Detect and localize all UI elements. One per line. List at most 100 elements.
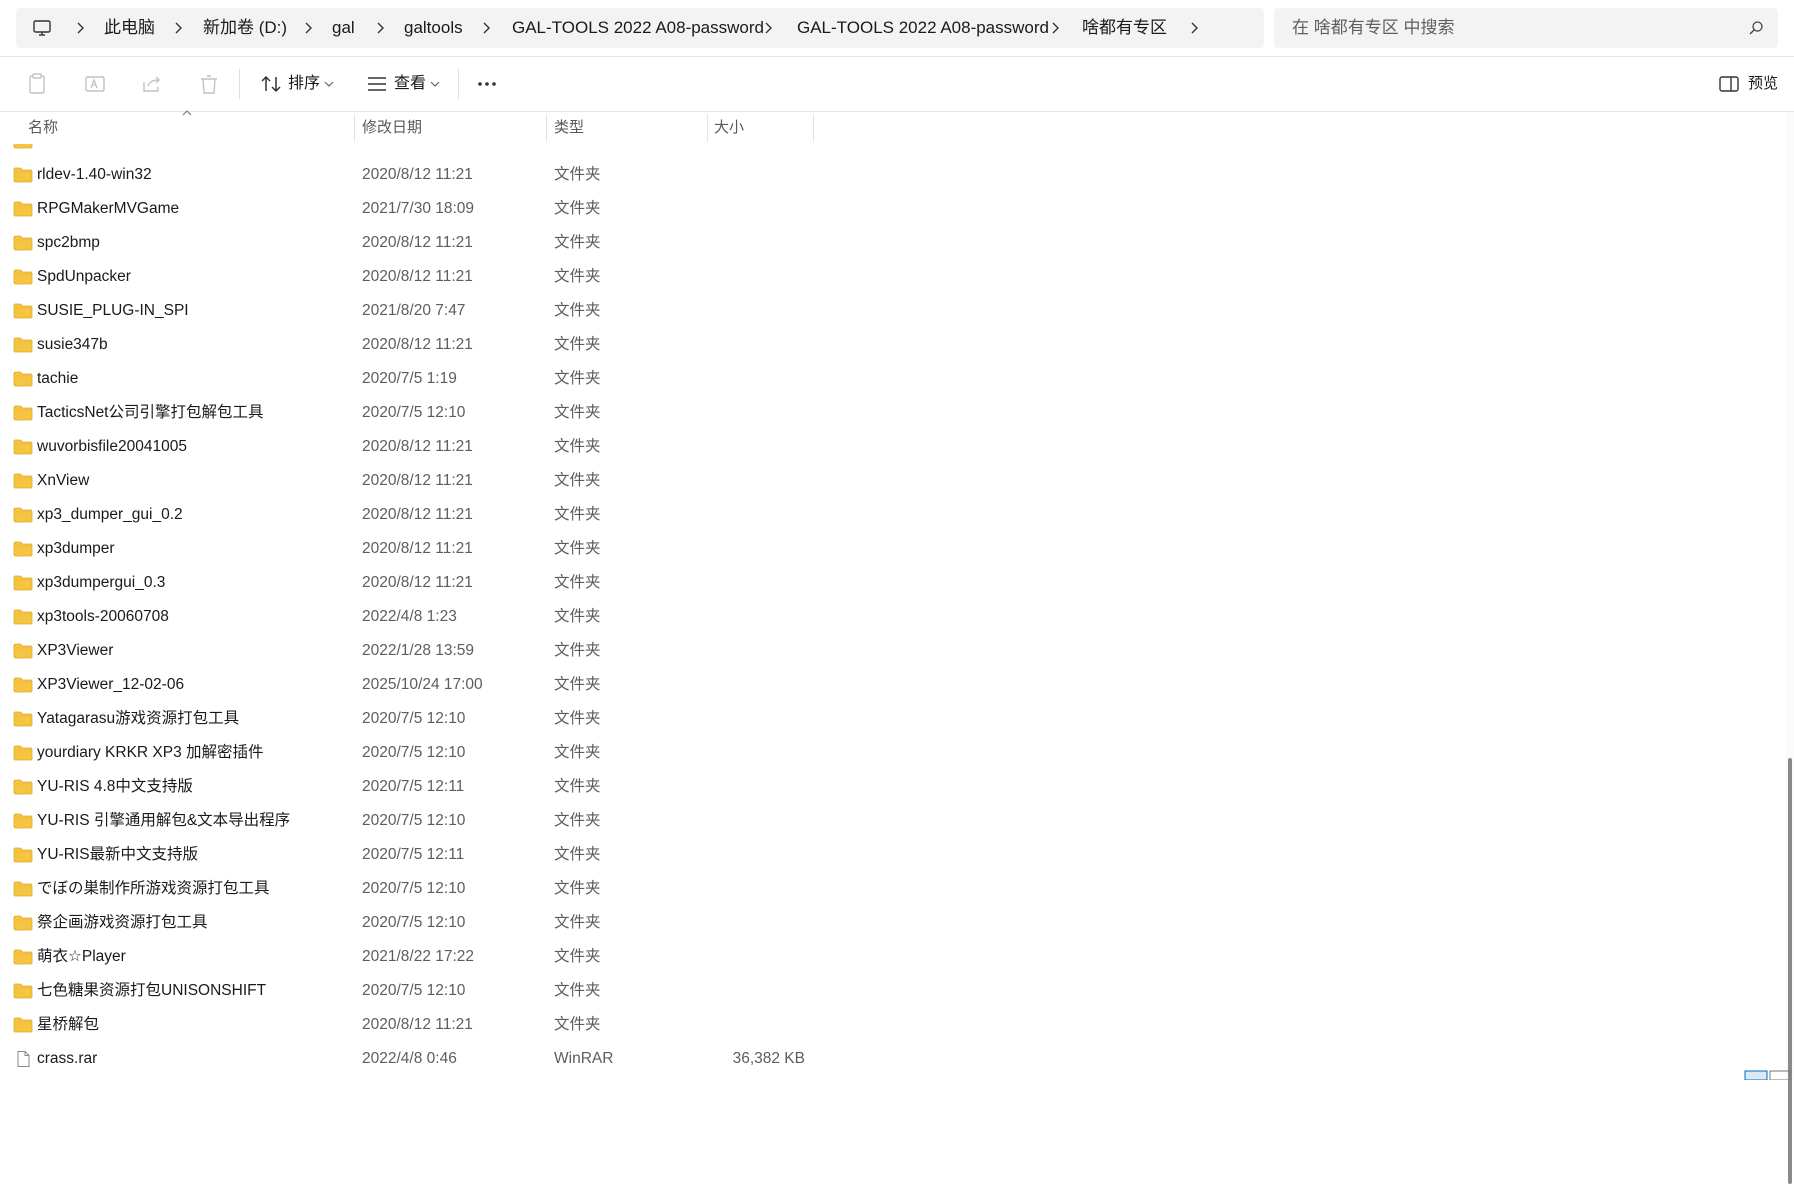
share-icon[interactable] [138,70,166,98]
chevron-down-icon [324,81,334,87]
breadcrumb-item-gal[interactable]: gal [332,8,355,48]
folder-row[interactable]: Yatagarasu游戏资源打包工具 2020/7/5 12:10 文件夹 [0,702,1786,736]
paste-icon[interactable] [23,70,51,98]
column-divider[interactable] [707,114,708,142]
folder-icon [13,167,33,183]
folder-row[interactable]: XP3Viewer 2022/1/28 13:59 文件夹 [0,634,1786,668]
item-name: SUSIE_PLUG-IN_SPI [37,302,189,319]
folder-row[interactable]: xp3dumpergui_0.3 2020/8/12 11:21 文件夹 [0,566,1786,600]
breadcrumb-item-this-pc[interactable]: 此电脑 [104,8,155,48]
chevron-down-icon [430,81,440,87]
search-box[interactable]: 在 啥都有专区 中搜索 [1274,8,1778,48]
chevron-right-icon[interactable] [170,20,186,36]
item-modified-date: 2020/7/5 1:19 [362,370,457,387]
folder-icon [13,144,33,149]
folder-row[interactable]: rldev-1.40-win32 2020/8/12 11:21 文件夹 [0,158,1786,192]
search-icon[interactable] [1748,20,1764,36]
column-header-type[interactable]: 类型 [554,112,584,144]
file-list: rldev-1.40-win32 2020/8/12 11:21 文件夹 RPGMak… [0,144,1786,1080]
view-icon [368,77,386,91]
item-name: Yatagarasu游戏资源打包工具 [37,710,240,727]
view-button[interactable]: 查看 [360,57,446,111]
folder-row[interactable]: tachie 2020/7/5 1:19 文件夹 [0,362,1786,396]
breadcrumb-item-galtools-2022-a[interactable]: GAL-TOOLS 2022 A08-password [512,8,764,48]
item-type: WinRAR [554,1050,614,1067]
folder-row[interactable]: susie347b 2020/8/12 11:21 文件夹 [0,328,1786,362]
chevron-right-icon[interactable] [300,20,316,36]
chevron-right-icon[interactable] [372,20,388,36]
folder-icon [13,915,33,931]
delete-icon[interactable] [195,70,223,98]
vertical-scrollbar[interactable] [1786,112,1794,1184]
item-type: 文件夹 [554,982,601,999]
item-modified-date: 2020/7/5 12:10 [362,812,466,829]
breadcrumb-item-galtools[interactable]: galtools [404,8,463,48]
folder-icon [13,643,33,659]
item-type: 文件夹 [554,846,601,863]
folder-row[interactable]: XP3Viewer_12-02-06 2025/10/24 17:00 文件夹 [0,668,1786,702]
rename-icon[interactable] [81,70,109,98]
chevron-right-icon[interactable] [1186,20,1202,36]
item-modified-date: 2020/7/5 12:10 [362,710,466,727]
folder-row[interactable]: でぼの巣制作所游戏资源打包工具 2020/7/5 12:10 文件夹 [0,872,1786,906]
preview-pane-icon [1719,76,1739,92]
item-name: でぼの巣制作所游戏资源打包工具 [37,880,270,897]
folder-row[interactable]: spc2bmp 2020/8/12 11:21 文件夹 [0,226,1786,260]
computer-icon[interactable] [32,18,52,38]
column-divider[interactable] [354,114,355,142]
folder-row[interactable]: xp3_dumper_gui_0.2 2020/8/12 11:21 文件夹 [0,498,1786,532]
folder-row[interactable]: SUSIE_PLUG-IN_SPI 2021/8/20 7:47 文件夹 [0,294,1786,328]
chevron-right-icon[interactable] [1047,20,1063,36]
column-header-name[interactable]: 名称 [28,112,58,144]
search-input[interactable]: 在 啥都有专区 中搜索 [1292,8,1454,48]
folder-row[interactable]: RPGMakerMVGame 2021/7/30 18:09 文件夹 [0,192,1786,226]
folder-row[interactable]: xp3tools-20060708 2022/4/8 1:23 文件夹 [0,600,1786,634]
folder-row[interactable]: wuvorbisfile20041005 2020/8/12 11:21 文件夹 [0,430,1786,464]
column-divider[interactable] [813,114,814,142]
item-size: 36,382 KB [732,1050,805,1067]
item-modified-date: 2025/10/24 17:00 [362,676,483,693]
item-modified-date: 2020/8/12 11:21 [362,472,473,489]
column-header-size[interactable]: 大小 [714,112,744,144]
sort-label: 排序 [288,75,321,92]
item-modified-date: 2020/8/12 11:21 [362,574,473,591]
item-modified-date: 2021/7/30 18:09 [362,200,475,217]
chevron-right-icon[interactable] [760,20,776,36]
breadcrumb-item-drive-d[interactable]: 新加卷 (D:) [203,8,287,48]
column-header-modified[interactable]: 修改日期 [362,112,422,144]
folder-row[interactable]: SpdUnpacker 2020/8/12 11:21 文件夹 [0,260,1786,294]
breadcrumb-item-galtools-2022-b[interactable]: GAL-TOOLS 2022 A08-password [797,8,1049,48]
item-name: crass.rar [37,1050,98,1067]
preview-button[interactable]: 预览 [1712,57,1792,111]
item-modified-date: 2022/4/8 1:23 [362,608,457,625]
chevron-right-icon[interactable] [72,20,88,36]
folder-row[interactable]: 祭企画游戏资源打包工具 2020/7/5 12:10 文件夹 [0,906,1786,940]
column-divider[interactable] [546,114,547,142]
item-modified-date: 2020/8/12 11:21 [362,268,473,285]
folder-row[interactable]: xp3dumper 2020/8/12 11:21 文件夹 [0,532,1786,566]
file-row[interactable]: crass.rar 2022/4/8 0:46 WinRAR 36,382 KB [0,1042,1786,1076]
chevron-right-icon[interactable] [478,20,494,36]
breadcrumb[interactable]: 此电脑 新加卷 (D:) gal galtools GAL-TOOLS 2022… [16,8,1264,48]
item-type: 文件夹 [554,438,601,455]
folder-row[interactable]: XnView 2020/8/12 11:21 文件夹 [0,464,1786,498]
item-name: YU-RIS最新中文支持版 [37,846,199,863]
list-item-partial[interactable] [0,144,1786,158]
folder-row[interactable]: 七色糖果资源打包UNISONSHIFT 2020/7/5 12:10 文件夹 [0,974,1786,1008]
folder-icon [13,507,33,523]
scrollbar-thumb[interactable] [1788,758,1792,1184]
breadcrumb-item-current[interactable]: 啥都有专区 [1082,8,1167,48]
item-modified-date: 2022/1/28 13:59 [362,642,475,659]
folder-row[interactable]: YU-RIS 4.8中文支持版 2020/7/5 12:11 文件夹 [0,770,1786,804]
folder-row[interactable]: yourdiary KRKR XP3 加解密插件 2020/7/5 12:10 文件… [0,736,1786,770]
folder-row[interactable]: 星桥解包 2020/8/12 11:21 文件夹 [0,1008,1786,1042]
file-icon [17,1051,30,1067]
more-options-icon[interactable] [473,70,501,98]
folder-row[interactable]: 萌衣☆Player 2021/8/22 17:22 文件夹 [0,940,1786,974]
sort-button[interactable]: 排序 [254,57,340,111]
folder-row[interactable]: YU-RIS最新中文支持版 2020/7/5 12:11 文件夹 [0,838,1786,872]
folder-row[interactable]: YU-RIS 引擎通用解包&文本导出程序 2020/7/5 12:10 文件夹 [0,804,1786,838]
view-mode-toggles[interactable] [1744,1070,1792,1080]
item-name: xp3dumpergui_0.3 [37,574,166,591]
folder-row[interactable]: TacticsNet公司引擎打包解包工具 2020/7/5 12:10 文件夹 [0,396,1786,430]
